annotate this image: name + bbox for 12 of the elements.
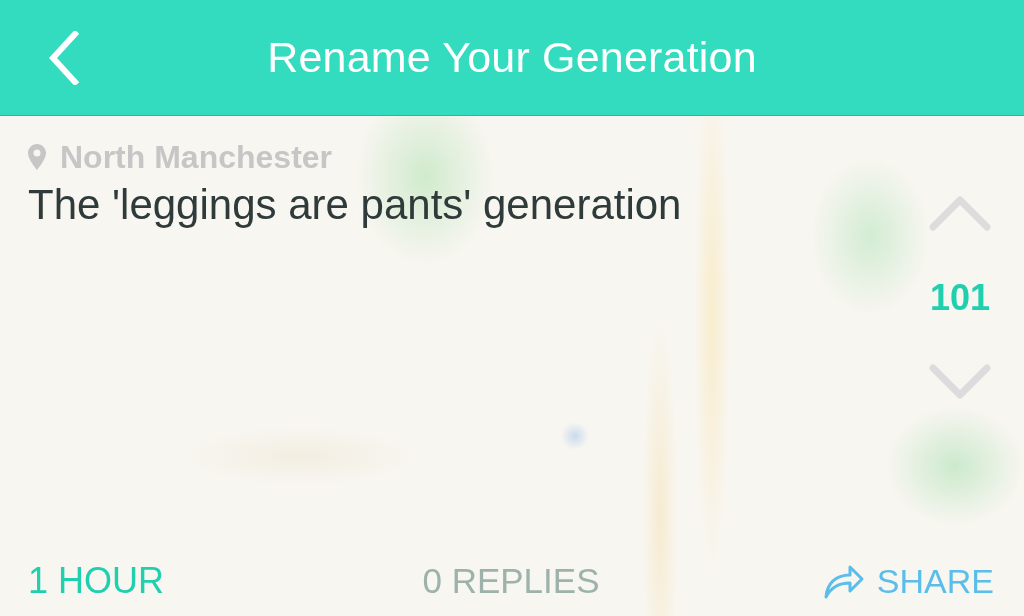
post-age: 1 HOUR [28, 561, 165, 601]
share-button[interactable]: SHARE [822, 561, 994, 601]
replies-count[interactable]: 0 REPLIES [422, 561, 600, 601]
downvote-button[interactable] [928, 362, 992, 402]
vote-count: 101 [929, 277, 991, 319]
location-pin-icon [28, 144, 46, 170]
upvote-button[interactable] [928, 193, 992, 233]
screen-title: Rename Your Generation [266, 31, 758, 83]
up-chevron-icon [929, 195, 991, 231]
post-message: The 'leggings are pants' generation [28, 181, 682, 229]
back-chevron-icon [49, 30, 79, 85]
down-chevron-icon [929, 364, 991, 400]
